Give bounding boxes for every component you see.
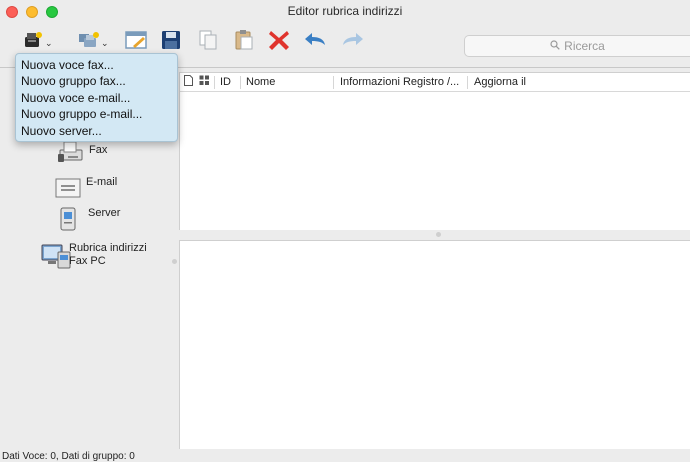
email-icon	[54, 175, 82, 206]
table-header: ID Nome Informazioni Registro /... Aggio…	[180, 73, 690, 92]
paste-icon	[233, 29, 255, 51]
column-header-info[interactable]: Informazioni Registro /...	[340, 76, 459, 88]
column-separator	[240, 76, 241, 89]
new-entry-button[interactable]: ⌄	[22, 27, 53, 53]
pc-fax-icon	[40, 242, 72, 277]
edit-icon	[125, 29, 149, 51]
search-placeholder: Ricerca	[564, 39, 605, 53]
column-separator	[467, 76, 468, 89]
details-pane	[179, 240, 690, 449]
document-icon	[184, 75, 193, 89]
new-entry-dropdown-menu: Nuova voce fax... Nuovo gruppo fax... Nu…	[15, 53, 178, 142]
sidebar-item-pc-fax[interactable]: Rubrica indirizzi Fax PC	[0, 240, 177, 280]
redo-button[interactable]	[340, 27, 366, 53]
title-bar: Editor rubrica indirizzi	[0, 0, 690, 22]
sidebar-item-server[interactable]: Server	[0, 204, 177, 238]
sidebar-item-label: Rubrica indirizzi	[69, 242, 147, 254]
delete-button[interactable]	[267, 27, 291, 53]
save-button[interactable]	[160, 27, 182, 53]
new-entry-icon	[22, 29, 44, 51]
redo-icon	[340, 29, 366, 51]
column-separator	[333, 76, 334, 89]
fax-icon	[56, 138, 84, 171]
sidebar-item-email[interactable]: E-mail	[0, 172, 177, 206]
menu-item-new-server[interactable]: Nuovo server...	[16, 123, 177, 139]
edit-button[interactable]	[125, 27, 149, 53]
sidebar-item-label: Fax PC	[69, 255, 106, 267]
entries-table: ID Nome Informazioni Registro /... Aggio…	[179, 72, 690, 230]
sidebar-item-label: E-mail	[86, 176, 118, 188]
undo-icon	[302, 29, 328, 51]
chevron-down-icon: ⌄	[101, 37, 109, 48]
new-group-icon	[78, 29, 100, 51]
column-header-id[interactable]: ID	[220, 76, 231, 88]
sidebar-resize-handle[interactable]	[172, 259, 177, 264]
paste-button[interactable]	[233, 27, 255, 53]
chevron-down-icon: ⌄	[45, 37, 53, 48]
copy-button[interactable]	[197, 27, 219, 53]
column-header-name[interactable]: Nome	[246, 76, 275, 88]
delete-icon	[267, 28, 291, 52]
menu-item-new-email-entry[interactable]: Nuova voce e-mail...	[16, 90, 177, 106]
server-icon	[56, 206, 80, 239]
sidebar-item-fax[interactable]: Fax	[0, 138, 177, 172]
save-icon	[160, 29, 182, 51]
menu-item-new-fax-group[interactable]: Nuovo gruppo fax...	[16, 73, 177, 89]
new-group-button[interactable]: ⌄	[78, 27, 109, 53]
status-bar: Dati Voce: 0, Dati di gruppo: 0	[2, 451, 135, 462]
copy-icon	[197, 29, 219, 51]
sidebar-item-label: Server	[88, 207, 121, 219]
menu-item-new-fax-entry[interactable]: Nuova voce fax...	[16, 57, 177, 73]
menu-item-new-email-group[interactable]: Nuovo gruppo e-mail...	[16, 106, 177, 122]
undo-button[interactable]	[302, 27, 328, 53]
pane-split-handle[interactable]	[436, 232, 441, 237]
group-icon	[199, 75, 210, 89]
search-icon	[550, 39, 560, 53]
window-title: Editor rubrica indirizzi	[287, 4, 403, 18]
column-separator	[214, 76, 215, 89]
column-header-updated[interactable]: Aggiorna il	[474, 76, 526, 88]
sidebar-item-label: Fax	[89, 144, 108, 156]
search-input[interactable]: Ricerca	[464, 35, 690, 57]
sidebar-item-label-group: Rubrica indirizzi Fax PC	[69, 242, 147, 268]
